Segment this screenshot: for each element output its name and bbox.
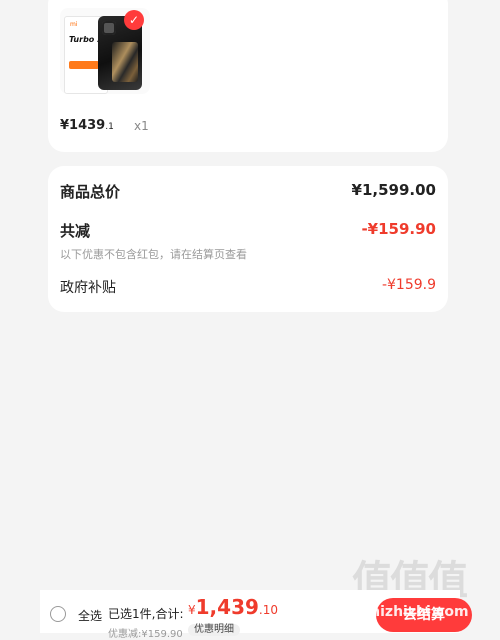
box-tag (69, 61, 99, 69)
product-price: ¥1439.1 (60, 118, 114, 133)
product-card: mi Turbo 3 ✓ ¥1439.1 x1 (48, 0, 448, 152)
product-price-fraction: .1 (105, 122, 114, 132)
subsidy-label: 政府补贴 (60, 280, 116, 296)
brand-logo-icon: mi (70, 21, 78, 28)
total-discount-label: 共减 (60, 222, 91, 240)
total-amount: ¥1,439.10 (188, 595, 278, 619)
discount-note: 以下优惠不包含红包，请在结算页查看 (60, 248, 247, 261)
total-discount-value: -¥159.90 (361, 220, 436, 238)
price-summary-card: 商品总价 ¥1,599.00 共减 -¥159.90 以下优惠不包含红包，请在结… (48, 166, 448, 312)
watermark-url: zhizhizhi.com (362, 604, 469, 620)
total-main: 1,439 (195, 595, 259, 619)
total-currency: ¥ (188, 603, 196, 617)
discount-detail-button[interactable]: 优惠明细 (188, 624, 240, 636)
goods-total-value: ¥1,599.00 (351, 181, 436, 199)
product-price-main: ¥1439 (60, 118, 106, 133)
goods-total-label: 商品总价 (60, 183, 121, 201)
selected-info: 已选1件,合计: (108, 607, 184, 621)
total-fraction: .10 (258, 603, 278, 617)
check-icon[interactable]: ✓ (124, 10, 144, 30)
select-all-label[interactable]: 全选 (78, 607, 102, 624)
radio-icon[interactable] (50, 606, 66, 622)
product-quantity: x1 (134, 119, 149, 133)
subsidy-value: -¥159.9 (381, 277, 436, 293)
